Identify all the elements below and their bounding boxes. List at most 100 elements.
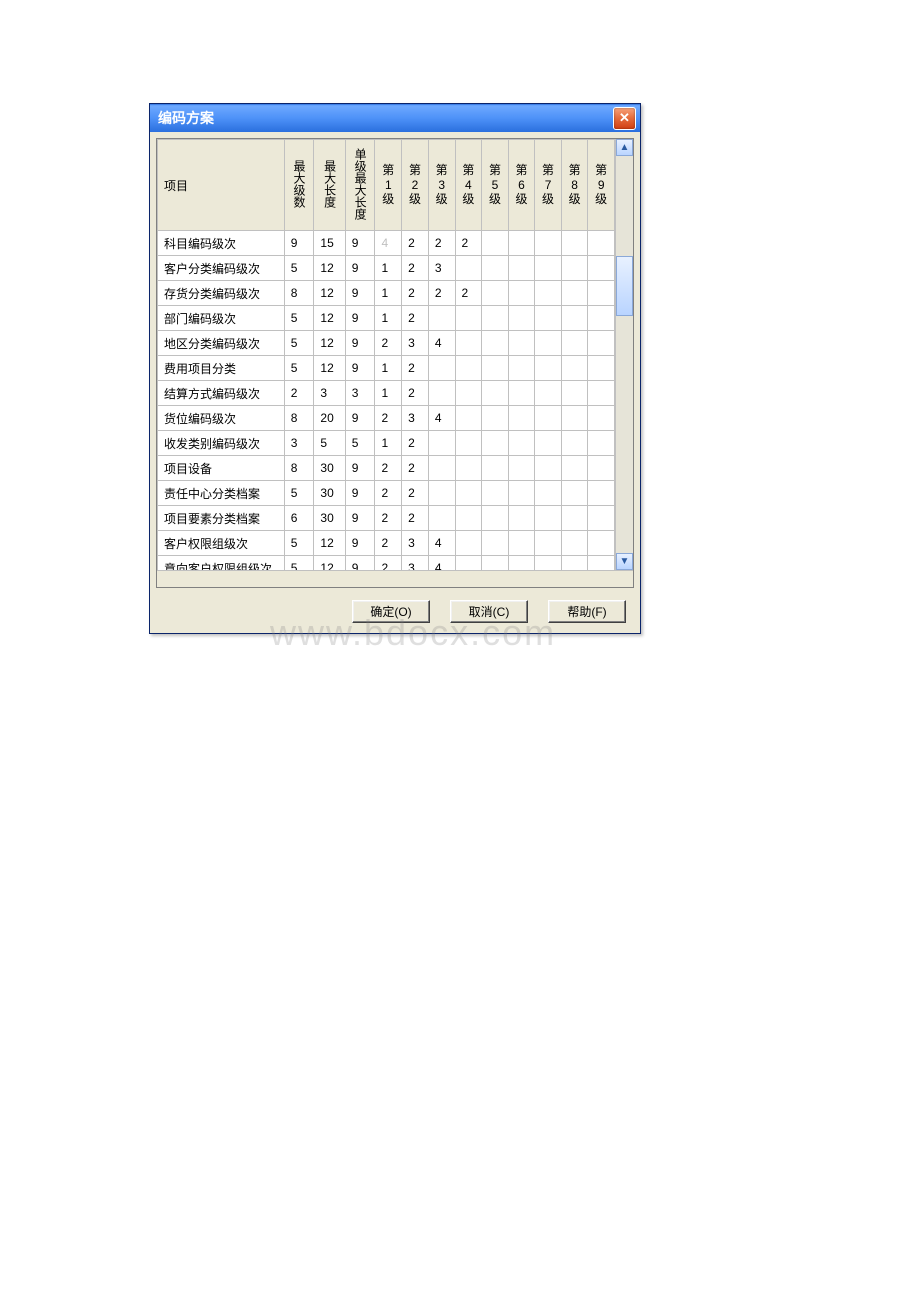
cell[interactable] [588, 506, 615, 531]
cell[interactable] [428, 381, 455, 406]
cell[interactable]: 2 [402, 381, 429, 406]
row-label[interactable]: 客户权限组级次 [158, 531, 285, 556]
cell[interactable]: 12 [314, 306, 345, 331]
cell[interactable]: 4 [428, 331, 455, 356]
cell[interactable]: 2 [402, 506, 429, 531]
cell[interactable]: 2 [375, 531, 402, 556]
col-level-9[interactable]: 第9级 [588, 140, 615, 231]
cell[interactable]: 3 [345, 381, 375, 406]
cell[interactable]: 2 [375, 331, 402, 356]
cell[interactable] [508, 431, 535, 456]
cell[interactable]: 12 [314, 531, 345, 556]
scroll-thumb[interactable] [616, 256, 633, 316]
cell[interactable] [482, 256, 509, 281]
cell[interactable] [535, 356, 562, 381]
table-row[interactable]: 部门编码级次512912 [158, 306, 615, 331]
col-max-length[interactable]: 最大长度 [314, 140, 345, 231]
cell[interactable]: 12 [314, 256, 345, 281]
cell[interactable] [535, 331, 562, 356]
cell[interactable] [508, 381, 535, 406]
cell[interactable] [588, 231, 615, 256]
cell[interactable]: 9 [345, 356, 375, 381]
cell[interactable] [561, 531, 588, 556]
cell[interactable]: 9 [345, 406, 375, 431]
table-row[interactable]: 货位编码级次8209234 [158, 406, 615, 431]
cell[interactable]: 5 [284, 306, 314, 331]
cell[interactable] [455, 381, 482, 406]
cell[interactable]: 3 [428, 256, 455, 281]
cell[interactable] [535, 281, 562, 306]
col-max-levels[interactable]: 最大级数 [284, 140, 314, 231]
row-label[interactable]: 费用项目分类 [158, 356, 285, 381]
cell[interactable] [428, 456, 455, 481]
cell[interactable] [561, 331, 588, 356]
cell[interactable]: 1 [375, 431, 402, 456]
scroll-track[interactable] [616, 156, 633, 553]
cell[interactable]: 8 [284, 281, 314, 306]
cell[interactable] [455, 356, 482, 381]
cell[interactable] [508, 506, 535, 531]
cell[interactable] [561, 381, 588, 406]
cell[interactable] [561, 506, 588, 531]
cell[interactable] [535, 381, 562, 406]
cell[interactable] [428, 306, 455, 331]
cell[interactable] [561, 356, 588, 381]
cell[interactable] [535, 231, 562, 256]
cell[interactable] [588, 306, 615, 331]
cell[interactable] [588, 331, 615, 356]
cell[interactable]: 2 [402, 481, 429, 506]
cell[interactable] [535, 556, 562, 571]
cell[interactable] [561, 256, 588, 281]
cell[interactable]: 20 [314, 406, 345, 431]
cell[interactable]: 2 [402, 256, 429, 281]
cell[interactable] [588, 281, 615, 306]
cell[interactable]: 15 [314, 231, 345, 256]
cell[interactable] [535, 481, 562, 506]
row-label[interactable]: 项目设备 [158, 456, 285, 481]
table-row[interactable]: 责任中心分类档案530922 [158, 481, 615, 506]
cell[interactable] [508, 406, 535, 431]
row-label[interactable]: 结算方式编码级次 [158, 381, 285, 406]
cell[interactable] [561, 556, 588, 571]
cell[interactable] [588, 456, 615, 481]
cell[interactable] [482, 281, 509, 306]
help-button[interactable]: 帮助(F) [548, 600, 626, 623]
cell[interactable] [535, 256, 562, 281]
cell[interactable]: 3 [402, 331, 429, 356]
cell[interactable] [561, 281, 588, 306]
cell[interactable]: 2 [375, 556, 402, 571]
cell[interactable] [428, 506, 455, 531]
cell[interactable]: 3 [402, 556, 429, 571]
cell[interactable] [482, 381, 509, 406]
vertical-scrollbar[interactable]: ▲ ▼ [615, 139, 633, 570]
table-row[interactable]: 存货分类编码级次81291222 [158, 281, 615, 306]
cell[interactable] [455, 531, 482, 556]
cell[interactable]: 12 [314, 556, 345, 571]
cell[interactable]: 5 [284, 331, 314, 356]
cell[interactable]: 2 [284, 381, 314, 406]
cell[interactable]: 8 [284, 456, 314, 481]
cell[interactable]: 2 [402, 306, 429, 331]
cell[interactable] [482, 556, 509, 571]
cell[interactable] [508, 281, 535, 306]
table-row[interactable]: 费用项目分类512912 [158, 356, 615, 381]
row-label[interactable]: 存货分类编码级次 [158, 281, 285, 306]
cell[interactable] [508, 331, 535, 356]
row-label[interactable]: 地区分类编码级次 [158, 331, 285, 356]
table-row[interactable]: 客户权限组级次5129234 [158, 531, 615, 556]
cell[interactable] [508, 356, 535, 381]
table-row[interactable]: 意向客户权限组级次5129234 [158, 556, 615, 571]
cell[interactable] [588, 481, 615, 506]
cell[interactable]: 2 [455, 231, 482, 256]
cell[interactable] [482, 531, 509, 556]
cell[interactable]: 9 [345, 531, 375, 556]
cell[interactable] [455, 331, 482, 356]
cell[interactable] [535, 431, 562, 456]
cell[interactable] [482, 406, 509, 431]
cell[interactable]: 2 [402, 431, 429, 456]
cell[interactable]: 12 [314, 356, 345, 381]
cell[interactable]: 2 [402, 231, 429, 256]
col-level-3[interactable]: 第3级 [428, 140, 455, 231]
cell[interactable] [508, 256, 535, 281]
row-label[interactable]: 客户分类编码级次 [158, 256, 285, 281]
